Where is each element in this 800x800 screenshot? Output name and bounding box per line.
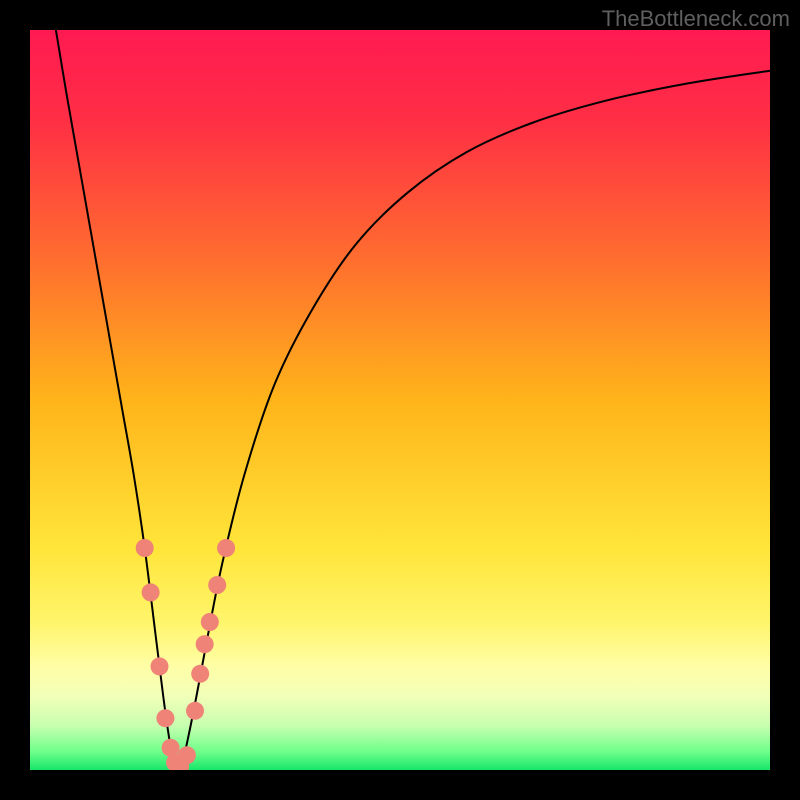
- marker-dot: [217, 539, 235, 557]
- gradient-background: [30, 30, 770, 770]
- chart-frame: TheBottleneck.com: [0, 0, 800, 800]
- marker-dot: [191, 665, 209, 683]
- marker-dot: [178, 746, 196, 764]
- marker-dot: [136, 539, 154, 557]
- marker-dot: [142, 583, 160, 601]
- attribution-text: TheBottleneck.com: [602, 6, 790, 32]
- plot-area: [30, 30, 770, 770]
- marker-dot: [208, 576, 226, 594]
- marker-dot: [151, 657, 169, 675]
- marker-dot: [201, 613, 219, 631]
- marker-dot: [186, 702, 204, 720]
- marker-dot: [196, 635, 214, 653]
- chart-svg: [30, 30, 770, 770]
- marker-dot: [156, 709, 174, 727]
